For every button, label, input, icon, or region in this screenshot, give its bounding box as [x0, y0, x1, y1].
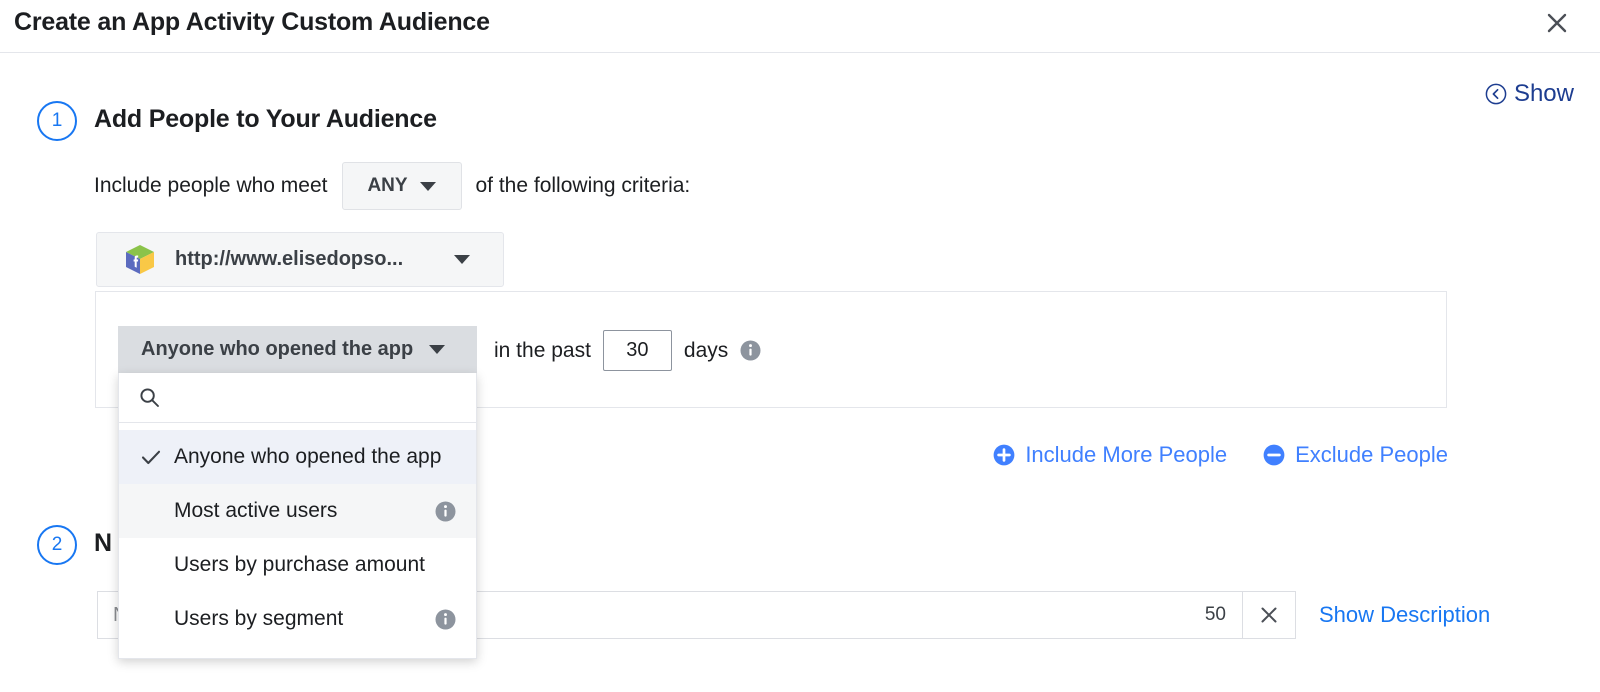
dropdown-option-most-active-users[interactable]: Most active users — [119, 484, 476, 538]
app-name-label: http://www.elisedopso... — [175, 248, 403, 271]
show-description-link[interactable]: Show Description — [1319, 602, 1490, 628]
dropdown-option-users-by-segment[interactable]: Users by segment — [119, 592, 476, 646]
close-dialog-button[interactable] — [1540, 6, 1574, 40]
exclude-people-label: Exclude People — [1295, 442, 1448, 468]
include-more-people-link[interactable]: Include More People — [993, 442, 1227, 468]
app-select[interactable]: http://www.elisedopso... — [96, 232, 504, 287]
include-prefix-label: Include people who meet — [94, 174, 328, 198]
days-value: 30 — [626, 339, 648, 362]
info-icon[interactable] — [740, 340, 761, 361]
minus-circle-icon — [1263, 444, 1285, 466]
character-count: 50 — [1205, 604, 1226, 626]
criteria-type-dropdown-panel: Anyone who opened the app Most active us… — [118, 373, 477, 659]
step-2-badge: 2 — [37, 525, 77, 565]
dropdown-option-anyone-who-opened-the-app[interactable]: Anyone who opened the app — [119, 430, 476, 484]
info-icon[interactable] — [435, 501, 456, 522]
include-suffix-label: of the following criteria: — [476, 174, 691, 198]
match-type-value: ANY — [367, 175, 407, 197]
check-placeholder — [139, 607, 163, 631]
dropdown-option-label: Users by purchase amount — [174, 553, 425, 577]
chevron-down-icon — [429, 345, 445, 354]
dropdown-option-label: Users by segment — [174, 607, 343, 631]
step-1-number: 1 — [52, 110, 63, 132]
chevron-down-icon — [420, 182, 436, 191]
search-icon — [139, 387, 160, 408]
step-1-badge: 1 — [37, 101, 77, 141]
days-input[interactable]: 30 — [603, 330, 672, 371]
step-1-title: Add People to Your Audience — [94, 105, 437, 134]
info-icon[interactable] — [435, 609, 456, 630]
past-prefix-label: in the past — [494, 339, 591, 363]
circle-chevron-left-icon — [1485, 83, 1507, 105]
dropdown-search-input[interactable] — [170, 386, 454, 410]
dropdown-option-label: Most active users — [174, 499, 337, 523]
app-cube-icon — [123, 243, 157, 277]
exclude-people-link[interactable]: Exclude People — [1263, 442, 1448, 468]
days-suffix-label: days — [684, 339, 728, 363]
step-2-number: 2 — [52, 534, 63, 556]
check-icon — [139, 445, 163, 469]
audience-action-links: Include More People Exclude People — [993, 442, 1448, 468]
timeframe-row: in the past 30 days — [494, 330, 761, 371]
step-2-title: N — [94, 529, 112, 558]
close-icon — [1258, 604, 1280, 626]
include-more-people-label: Include More People — [1025, 442, 1227, 468]
include-criteria-row: Include people who meet ANY of the follo… — [94, 162, 690, 210]
dialog-title: Create an App Activity Custom Audience — [14, 8, 490, 37]
dropdown-option-users-by-purchase-amount[interactable]: Users by purchase amount — [119, 538, 476, 592]
chevron-down-icon — [454, 255, 470, 264]
criteria-type-value: Anyone who opened the app — [141, 338, 413, 361]
plus-circle-icon — [993, 444, 1015, 466]
dropdown-option-list: Anyone who opened the app Most active us… — [119, 423, 476, 658]
dropdown-search-row — [119, 373, 476, 423]
show-toggle-label: Show — [1514, 80, 1574, 108]
criteria-type-dropdown-trigger[interactable]: Anyone who opened the app — [118, 326, 477, 373]
clear-name-button[interactable] — [1243, 591, 1296, 639]
dropdown-option-label: Anyone who opened the app — [174, 445, 441, 469]
match-type-select[interactable]: ANY — [342, 162, 462, 210]
dialog-header: Create an App Activity Custom Audience — [0, 0, 1600, 53]
show-toggle-link[interactable]: Show — [1485, 80, 1574, 108]
criteria-type-dropdown: Anyone who opened the app Anyone who ope… — [118, 326, 477, 659]
check-placeholder — [139, 499, 163, 523]
close-icon — [1540, 6, 1574, 40]
check-placeholder — [139, 553, 163, 577]
